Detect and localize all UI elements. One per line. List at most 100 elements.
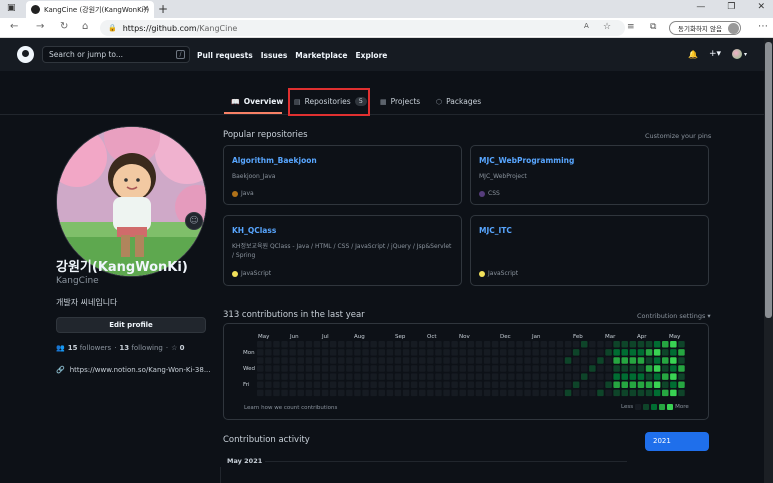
contribution-day[interactable]: [362, 381, 369, 389]
repo-name-link[interactable]: MJC_WebProgramming: [479, 156, 574, 165]
contribution-day[interactable]: [467, 341, 475, 348]
new-tab-button[interactable]: +: [158, 2, 168, 16]
contribution-day[interactable]: [354, 365, 361, 372]
contribution-day[interactable]: [653, 349, 661, 356]
contribution-day[interactable]: [313, 381, 321, 389]
contribution-day[interactable]: [508, 389, 515, 397]
contribution-day[interactable]: [459, 381, 467, 389]
contribution-day[interactable]: [572, 389, 580, 397]
contribution-day[interactable]: [305, 357, 313, 364]
contribution-day[interactable]: [516, 365, 523, 372]
contribution-day[interactable]: [524, 341, 531, 348]
contribution-day[interactable]: [532, 381, 539, 389]
contribution-day[interactable]: [645, 389, 653, 397]
repo-name-link[interactable]: KH_QClass: [232, 226, 276, 235]
contribution-day[interactable]: [678, 381, 685, 389]
contribution-day[interactable]: [629, 373, 637, 380]
contribution-day[interactable]: [394, 365, 402, 372]
contribution-day[interactable]: [597, 389, 604, 397]
contribution-day[interactable]: [329, 341, 337, 348]
contribution-day[interactable]: [419, 349, 426, 356]
contribution-day[interactable]: [281, 349, 288, 356]
contribution-day[interactable]: [257, 357, 264, 364]
contribution-day[interactable]: [662, 349, 669, 356]
contribution-day[interactable]: [459, 365, 467, 372]
contribution-day[interactable]: [613, 389, 620, 397]
contribution-day[interactable]: [637, 349, 645, 356]
read-aloud-icon[interactable]: A: [584, 22, 589, 30]
contribution-day[interactable]: [321, 389, 329, 397]
contribution-day[interactable]: [621, 365, 629, 372]
contribution-day[interactable]: [500, 373, 507, 380]
contribution-day[interactable]: [597, 341, 604, 348]
contribution-day[interactable]: [281, 365, 288, 372]
contribution-day[interactable]: [410, 357, 418, 364]
contribution-day[interactable]: [662, 357, 669, 364]
contribution-day[interactable]: [524, 389, 531, 397]
contribution-day[interactable]: [500, 341, 507, 348]
contribution-day[interactable]: [305, 365, 313, 372]
contribution-day[interactable]: [572, 357, 580, 364]
contribution-day[interactable]: [597, 381, 604, 389]
favorite-star-icon[interactable]: ☆: [603, 22, 611, 32]
contribution-day[interactable]: [329, 389, 337, 397]
contribution-day[interactable]: [548, 373, 556, 380]
contribution-day[interactable]: [540, 389, 548, 397]
contribution-day[interactable]: [451, 357, 458, 364]
contribution-day[interactable]: [459, 373, 467, 380]
contribution-day[interactable]: [597, 349, 604, 356]
notification-bell-icon[interactable]: 🔔: [688, 50, 698, 59]
contribution-day[interactable]: [548, 389, 556, 397]
contribution-day[interactable]: [273, 349, 280, 356]
contribution-day[interactable]: [645, 349, 653, 356]
contribution-day[interactable]: [265, 373, 272, 380]
contribution-day[interactable]: [524, 381, 531, 389]
contribution-day[interactable]: [467, 365, 475, 372]
contribution-day[interactable]: [670, 373, 677, 380]
contribution-day[interactable]: [289, 381, 296, 389]
contribution-day[interactable]: [419, 365, 426, 372]
contribution-day[interactable]: [556, 365, 564, 372]
minimize-button[interactable]: —: [696, 2, 705, 12]
contribution-day[interactable]: [289, 349, 296, 356]
contribution-day[interactable]: [354, 341, 361, 348]
favorites-list-icon[interactable]: ≡: [627, 22, 635, 32]
contribution-day[interactable]: [402, 357, 410, 364]
contribution-day[interactable]: [386, 389, 394, 397]
reload-icon[interactable]: ↻: [60, 21, 68, 32]
contribution-day[interactable]: [621, 381, 629, 389]
contribution-day[interactable]: [605, 365, 612, 372]
repo-name-link[interactable]: MJC_ITC: [479, 226, 512, 235]
contribution-day[interactable]: [532, 349, 539, 356]
contribution-day[interactable]: [653, 357, 661, 364]
contribution-day[interactable]: [427, 341, 434, 348]
nav-marketplace[interactable]: Marketplace: [295, 51, 347, 60]
following-link[interactable]: 13 following: [119, 344, 162, 352]
contribution-day[interactable]: [265, 349, 272, 356]
contribution-day[interactable]: [589, 381, 596, 389]
contribution-day[interactable]: [678, 365, 685, 372]
contribution-day[interactable]: [532, 365, 539, 372]
window-menu-icon[interactable]: ▣: [7, 3, 16, 13]
contribution-day[interactable]: [581, 373, 588, 380]
sync-profile-button[interactable]: 동기화하지 않음: [669, 21, 741, 35]
contribution-day[interactable]: [338, 381, 345, 389]
contribution-day[interactable]: [556, 349, 564, 356]
contribution-day[interactable]: [637, 365, 645, 372]
contribution-day[interactable]: [435, 373, 442, 380]
contribution-day[interactable]: [581, 357, 588, 364]
contribution-day[interactable]: [637, 373, 645, 380]
contribution-day[interactable]: [662, 373, 669, 380]
contribution-day[interactable]: [370, 357, 377, 364]
contribution-day[interactable]: [548, 349, 556, 356]
contribution-day[interactable]: [678, 389, 685, 397]
contribution-day[interactable]: [621, 357, 629, 364]
contribution-day[interactable]: [419, 357, 426, 364]
contribution-day[interactable]: [386, 381, 394, 389]
contribution-day[interactable]: [305, 349, 313, 356]
contribution-day[interactable]: [370, 381, 377, 389]
contribution-day[interactable]: [581, 349, 588, 356]
contribution-day[interactable]: [354, 357, 361, 364]
contribution-day[interactable]: [524, 357, 531, 364]
contribution-day[interactable]: [394, 341, 402, 348]
